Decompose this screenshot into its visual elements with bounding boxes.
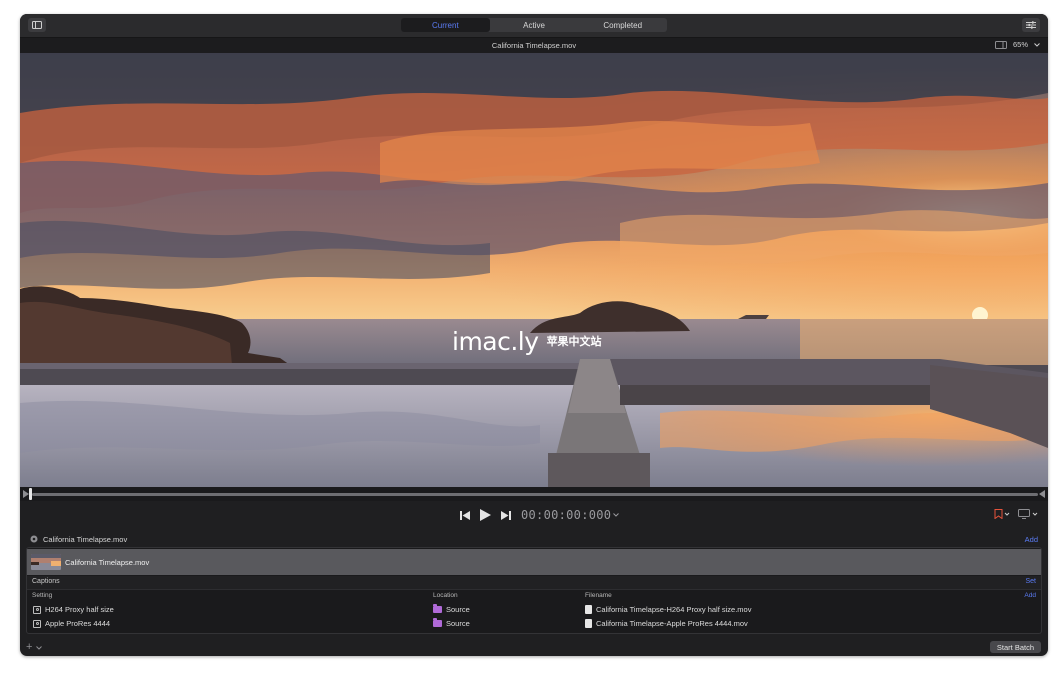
- out-point-icon[interactable]: [1039, 490, 1045, 498]
- location-cell[interactable]: Source: [433, 618, 470, 628]
- zoom-level[interactable]: 65%: [1013, 40, 1028, 49]
- table-row[interactable]: H264 Proxy half size Source California T…: [27, 603, 1041, 616]
- start-batch-button[interactable]: Start Batch: [989, 641, 1041, 653]
- video-preview: imac.ly 苹果中文站: [20, 53, 1048, 487]
- sunset-image: [20, 53, 1048, 487]
- source-file-name: California Timelapse.mov: [65, 558, 150, 567]
- next-icon[interactable]: [501, 510, 511, 520]
- sidebar-toggle-button[interactable]: [28, 18, 46, 32]
- watermark: imac.ly 苹果中文站: [452, 323, 622, 359]
- setting-cell: H264 Proxy half size: [33, 605, 114, 614]
- setting-name: Apple ProRes 4444: [45, 619, 111, 628]
- document-icon: [585, 619, 592, 628]
- folder-icon: [433, 604, 442, 613]
- captions-set-button[interactable]: Set: [1025, 578, 1036, 585]
- chevron-down-icon[interactable]: [613, 513, 620, 517]
- scrub-track[interactable]: [32, 493, 1038, 496]
- playhead[interactable]: [29, 488, 32, 500]
- title-bar: Current Active Completed: [20, 14, 1048, 38]
- captions-label: Captions: [32, 578, 60, 585]
- transport-bar: 00:00:00:000: [20, 502, 1048, 528]
- source-file-row[interactable]: California Timelapse.mov: [27, 549, 1041, 575]
- captions-row: Captions Set: [27, 576, 1041, 590]
- batch-title: California Timelapse.mov: [43, 535, 128, 544]
- viewer-layout-icon[interactable]: [994, 40, 1007, 49]
- tab-active[interactable]: Active: [490, 18, 579, 32]
- chevron-down-icon: [35, 646, 42, 650]
- file-thumbnail: [31, 554, 61, 570]
- inspector-toggle-button[interactable]: [1022, 18, 1040, 32]
- plus-icon: +: [26, 641, 33, 653]
- setting-icon: [33, 605, 41, 614]
- table-row[interactable]: Apple ProRes 4444 Source California Time…: [27, 617, 1041, 630]
- output-filename: California Timelapse-H264 Proxy half siz…: [596, 605, 752, 614]
- compressor-window: Current Active Completed California Time…: [20, 14, 1048, 656]
- document-icon: [585, 605, 592, 614]
- output-filename: California Timelapse-Apple ProRes 4444.m…: [596, 619, 748, 628]
- watermark-logo: imac.ly: [452, 326, 539, 356]
- column-filename: Filename: [585, 592, 612, 599]
- timeline-scrubber[interactable]: [20, 487, 1048, 501]
- play-icon[interactable]: [480, 509, 491, 521]
- viewer-header: California Timelapse.mov 65%: [20, 38, 1048, 53]
- viewer-options: 65%: [994, 40, 1040, 49]
- transport-right-controls: [994, 509, 1038, 519]
- view-segmented-control: Current Active Completed: [401, 18, 667, 32]
- watermark-text: 苹果中文站: [546, 335, 602, 348]
- viewer-title: California Timelapse.mov: [491, 41, 577, 50]
- sidebar-icon: [32, 21, 42, 29]
- column-setting: Setting: [32, 592, 53, 599]
- location-name: Source: [446, 605, 470, 614]
- folder-icon: [433, 618, 442, 627]
- batch-panel: California Timelapse.mov Captions Set Se…: [26, 547, 1042, 634]
- setting-cell: Apple ProRes 4444: [33, 619, 110, 628]
- source-file-icon: [30, 535, 38, 543]
- add-output-button[interactable]: Add: [1025, 535, 1038, 544]
- bottom-bar: + Start Batch: [20, 638, 1048, 656]
- tab-current[interactable]: Current: [401, 18, 490, 32]
- filename-cell[interactable]: California Timelapse-H264 Proxy half siz…: [585, 605, 751, 614]
- setting-name: H264 Proxy half size: [45, 605, 114, 614]
- location-cell[interactable]: Source: [433, 604, 470, 614]
- transport-controls: 00:00:00:000: [460, 508, 620, 522]
- batch-header: California Timelapse.mov Add: [26, 532, 1042, 546]
- setting-icon: [33, 619, 41, 628]
- timecode-display[interactable]: 00:00:00:000: [521, 508, 611, 522]
- marker-icon[interactable]: [994, 509, 1010, 519]
- outputs-table-header: Setting Location Filename Add: [27, 590, 1041, 602]
- location-name: Source: [446, 619, 470, 628]
- add-setting-button[interactable]: Add: [1024, 592, 1036, 599]
- chevron-down-icon[interactable]: [1034, 42, 1040, 47]
- tab-completed[interactable]: Completed: [578, 18, 667, 32]
- filename-cell[interactable]: California Timelapse-Apple ProRes 4444.m…: [585, 619, 748, 628]
- previous-icon[interactable]: [460, 510, 470, 520]
- column-location: Location: [433, 592, 458, 599]
- display-options-icon[interactable]: [1018, 509, 1038, 519]
- sliders-icon: [1026, 21, 1036, 29]
- add-batch-button[interactable]: +: [26, 641, 42, 653]
